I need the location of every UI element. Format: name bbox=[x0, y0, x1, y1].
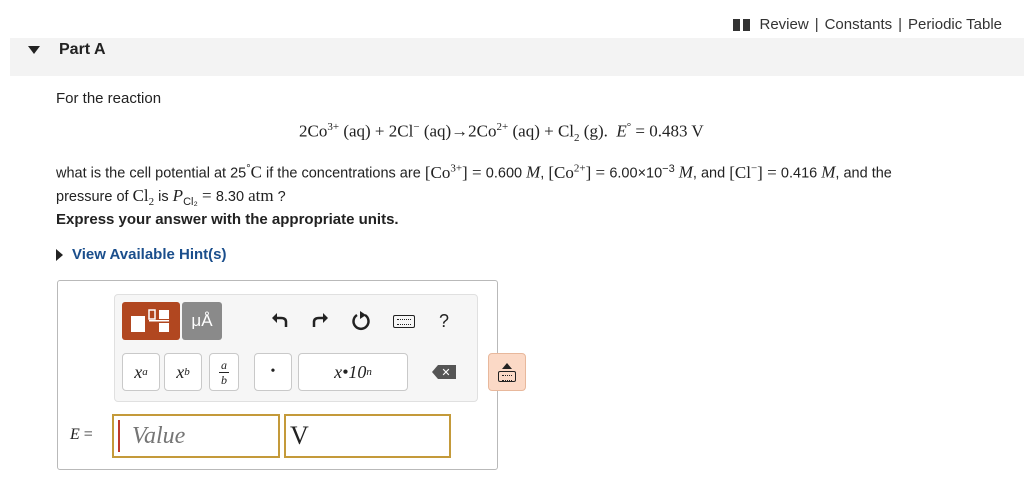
keyboard-shortcuts-button[interactable] bbox=[388, 305, 420, 337]
templates-button[interactable] bbox=[122, 302, 180, 340]
math-toolbar: μÅ ? xa xb ab • x•10 n ✕ bbox=[114, 294, 526, 402]
fraction-key[interactable]: ab bbox=[209, 353, 239, 391]
question-intro: For the reaction bbox=[56, 90, 162, 107]
separator: | bbox=[814, 16, 819, 33]
top-links: Review | Constants | Periodic Table bbox=[732, 16, 1002, 33]
units-button[interactable]: μÅ bbox=[182, 302, 222, 340]
answer-panel: μÅ ? xa xb ab • x•10 n ✕ E = V bbox=[57, 280, 526, 470]
collapse-caret-icon[interactable] bbox=[28, 46, 40, 54]
undo-icon bbox=[272, 313, 288, 327]
reset-icon bbox=[352, 311, 370, 331]
instruction-text: Express your answer with the appropriate… bbox=[56, 211, 399, 228]
part-header[interactable]: Part A bbox=[10, 38, 1024, 76]
fraction-icon: ab bbox=[219, 357, 229, 387]
unit-input[interactable]: V bbox=[284, 414, 451, 458]
answer-label: E = bbox=[70, 426, 93, 443]
triangle-up-icon bbox=[502, 362, 512, 369]
text-cursor bbox=[118, 420, 120, 452]
templates-icon bbox=[131, 309, 169, 332]
help-button[interactable]: ? bbox=[428, 305, 460, 337]
backspace-icon: ✕ bbox=[432, 365, 456, 379]
view-hints-toggle[interactable]: View Available Hint(s) bbox=[56, 246, 227, 263]
separator: | bbox=[898, 16, 903, 33]
scientific-notation-key[interactable]: x•10 n bbox=[298, 353, 408, 391]
question-text: what is the cell potential at 25°C if th… bbox=[56, 162, 892, 208]
undo-button[interactable] bbox=[264, 305, 296, 337]
superscript-key[interactable]: xa bbox=[122, 353, 160, 391]
part-title: Part A bbox=[59, 41, 106, 58]
constants-link[interactable]: Constants bbox=[825, 16, 893, 33]
book-icon bbox=[732, 18, 750, 31]
reaction-equation: 2Co3+ (aq) + 2Cl− (aq)→2Co2+ (aq) + Cl2 … bbox=[299, 121, 704, 145]
redo-icon bbox=[312, 313, 328, 327]
periodic-table-link[interactable]: Periodic Table bbox=[908, 16, 1002, 33]
view-hints-label: View Available Hint(s) bbox=[72, 246, 227, 263]
dot-key[interactable]: • bbox=[254, 353, 292, 391]
delete-button[interactable]: ✕ bbox=[425, 353, 463, 391]
review-link[interactable]: Review bbox=[760, 16, 809, 33]
subscript-key[interactable]: xb bbox=[164, 353, 202, 391]
keyboard-icon bbox=[498, 370, 516, 382]
reset-button[interactable] bbox=[345, 305, 377, 337]
value-input[interactable] bbox=[112, 414, 280, 458]
keyboard-icon bbox=[393, 314, 415, 328]
caret-right-icon bbox=[56, 248, 63, 261]
redo-button[interactable] bbox=[304, 305, 336, 337]
keyboard-toggle-button[interactable] bbox=[488, 353, 526, 391]
